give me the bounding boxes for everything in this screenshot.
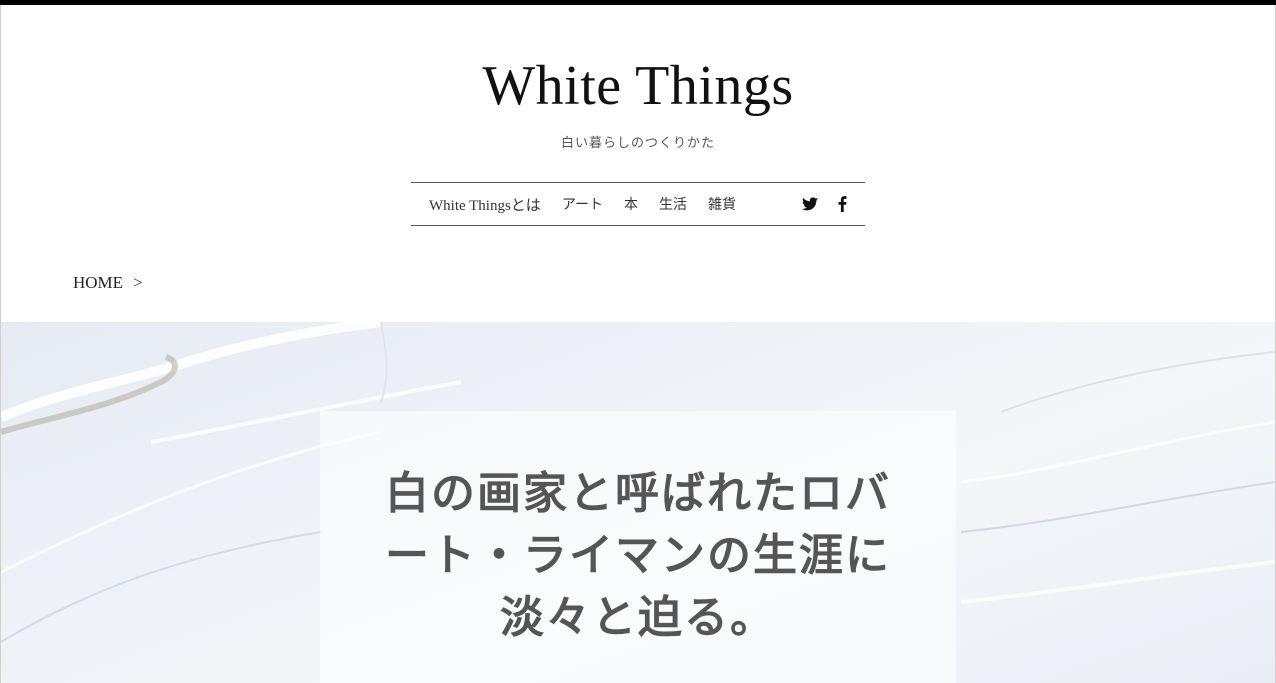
breadcrumb-home[interactable]: HOME (73, 273, 123, 293)
nav-item-about[interactable]: White Thingsとは (429, 194, 541, 215)
twitter-icon[interactable] (801, 194, 819, 214)
breadcrumb-separator: > (133, 273, 143, 292)
article-title-card: 白の画家と呼ばれたロバート・ライマンの生涯に淡々と迫る。 (320, 411, 956, 683)
breadcrumb: HOME > (73, 273, 143, 293)
nav-item-books[interactable]: 本 (624, 194, 638, 214)
main-nav: White Thingsとは アート 本 生活 雑貨 (411, 182, 865, 226)
nav-item-life[interactable]: 生活 (659, 194, 687, 214)
site-tagline: 白い暮らしのつくりかた (560, 136, 715, 151)
hero-image: 白の画家と呼ばれたロバート・ライマンの生涯に淡々と迫る。 (1, 322, 1275, 683)
social-links (801, 194, 851, 214)
nav-item-goods[interactable]: 雑貨 (708, 194, 736, 214)
site-title[interactable]: White Things (0, 58, 1276, 114)
article-title: 白の画家と呼ばれたロバート・ライマンの生涯に淡々と迫る。 (385, 468, 891, 643)
facebook-icon[interactable] (833, 194, 851, 214)
nav-item-art[interactable]: アート (562, 194, 603, 214)
